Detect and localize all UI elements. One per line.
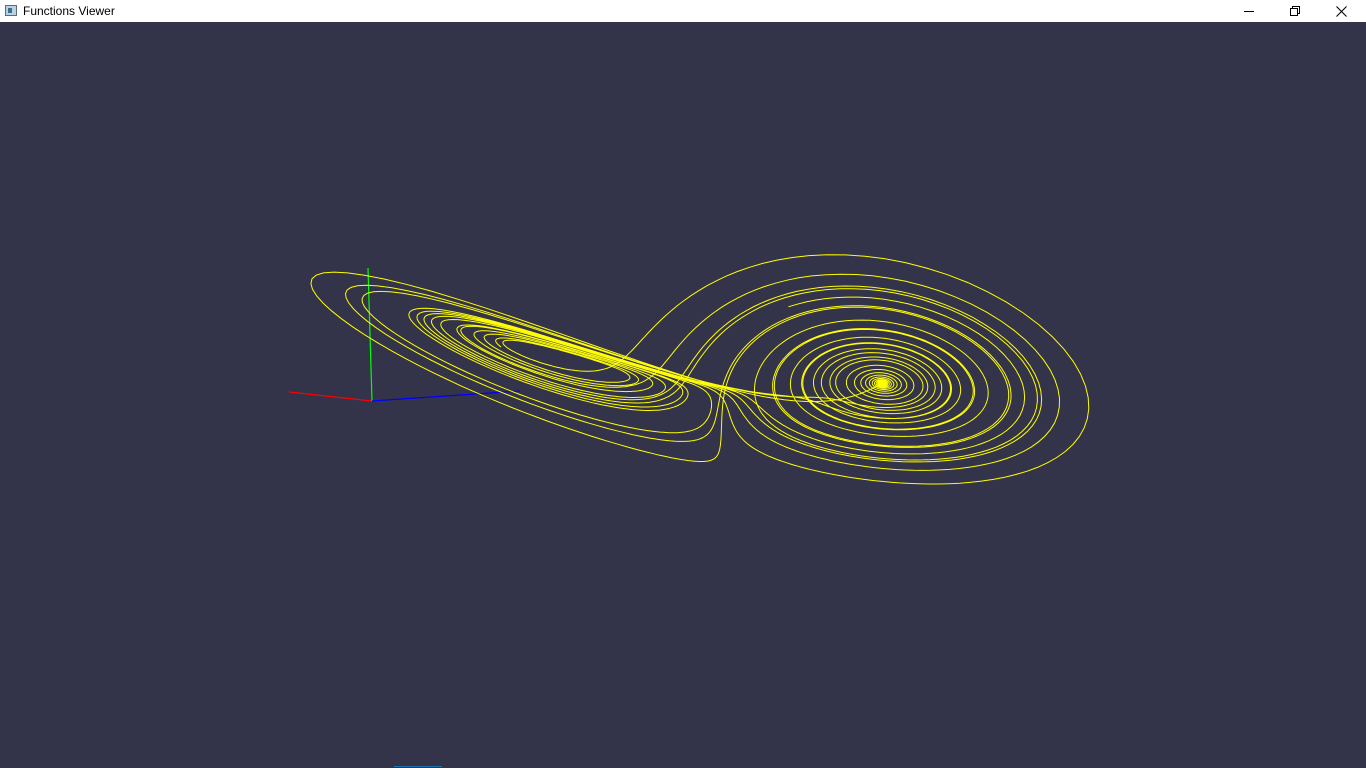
restore-icon [1290, 6, 1300, 16]
window-title: Functions Viewer [23, 4, 115, 18]
app-icon [5, 5, 17, 16]
minimize-icon [1244, 11, 1254, 12]
title-bar[interactable]: Functions Viewer [0, 0, 1366, 22]
restore-button[interactable] [1272, 0, 1318, 22]
scene-canvas[interactable] [0, 22, 1366, 768]
close-button[interactable] [1318, 0, 1364, 22]
y-axis-line [367, 267, 373, 402]
minimize-button[interactable] [1226, 0, 1272, 22]
attractor-trajectory [310, 254, 1090, 485]
axes-gizmo [288, 267, 521, 402]
x-axis-line [288, 391, 373, 402]
3d-viewport[interactable] [0, 22, 1366, 768]
close-icon [1335, 5, 1347, 17]
z-axis-line [371, 390, 521, 402]
lorenz-attractor-curve [310, 254, 1090, 485]
